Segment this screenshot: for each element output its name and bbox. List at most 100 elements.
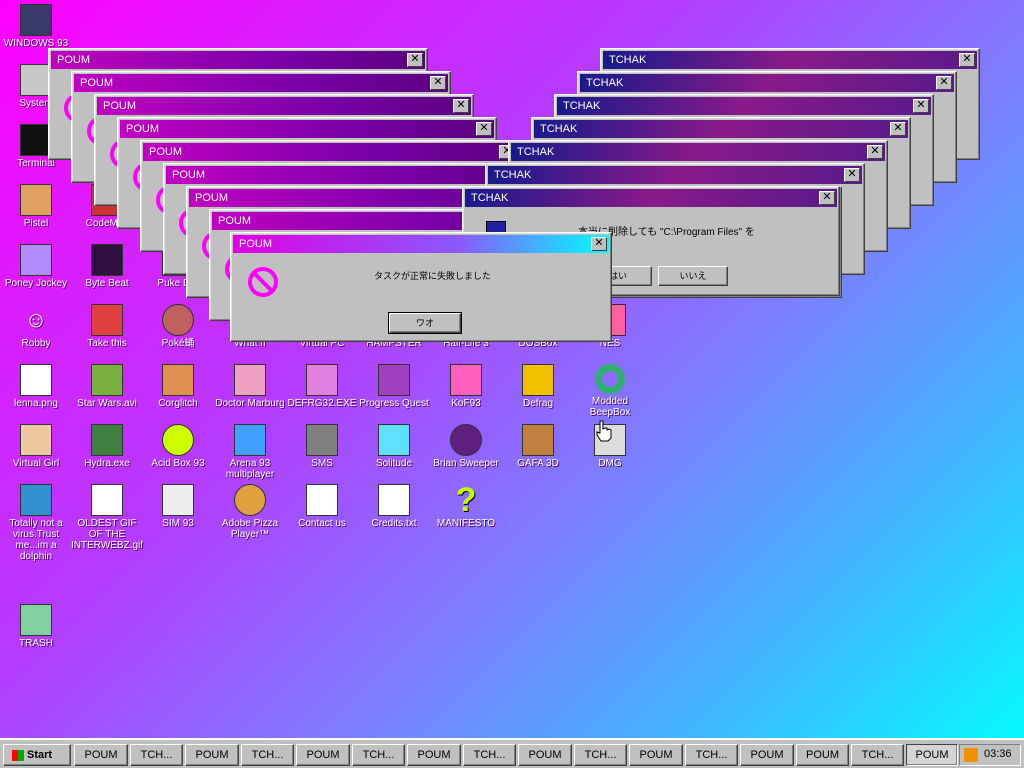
- tchak-titlebar[interactable]: TCHAK ✕: [603, 51, 977, 69]
- tchak-titlebar[interactable]: TCHAK ✕: [488, 166, 862, 184]
- tchak-dialog-titlebar[interactable]: TCHAK ✕: [465, 189, 837, 207]
- taskbar-button[interactable]: POUM: [74, 744, 128, 766]
- ring-icon: [595, 364, 625, 394]
- mine-icon: [450, 424, 482, 456]
- desktop-icon-label: Poney Jockey: [4, 278, 68, 289]
- desktop-icon-label: Virtual Girl: [12, 458, 60, 469]
- desktop-icon-beepbox[interactable]: Modded BeepBox: [574, 364, 646, 418]
- poum-title: POUM: [80, 77, 113, 89]
- poum-titlebar[interactable]: POUM✕: [166, 166, 540, 184]
- taskbar-button[interactable]: TCH...: [463, 744, 516, 766]
- desktop-icon-windows93[interactable]: WINDOWS 93: [0, 4, 72, 49]
- taskbar-button[interactable]: POUM: [518, 744, 572, 766]
- close-icon[interactable]: ✕: [591, 237, 607, 251]
- close-icon[interactable]: ✕: [430, 76, 446, 90]
- close-icon[interactable]: ✕: [407, 53, 423, 67]
- desktop-icon-label: SIM 93: [162, 518, 194, 529]
- desktop-icon-manifesto[interactable]: ? MANIFESTO: [430, 481, 502, 529]
- desktop-icon-pistel[interactable]: Pistel: [0, 184, 72, 229]
- tchak-titlebar[interactable]: TCHAK ✕: [534, 120, 908, 138]
- taskbar-button[interactable]: TCH...: [574, 744, 627, 766]
- tchak-titlebar[interactable]: TCHAK ✕: [580, 74, 954, 92]
- desktop-icon-defrag32[interactable]: DEFRG32.EXE: [286, 364, 358, 409]
- solitude-icon: [378, 424, 410, 456]
- windows-logo-icon: [12, 749, 24, 761]
- rss-icon[interactable]: [964, 748, 978, 762]
- poum-title: POUM: [103, 100, 136, 112]
- desktop-icon-pizza[interactable]: Adobe Pizza Player™: [214, 484, 286, 540]
- desktop-icon-pokemon[interactable]: Poké蛹: [142, 304, 214, 349]
- desktop-icon-arena[interactable]: Arena 93 multiplayer: [214, 424, 286, 480]
- no-button[interactable]: いいえ: [658, 266, 728, 286]
- tchak-titlebar[interactable]: TCHAK ✕: [511, 143, 885, 161]
- desktop-icon-starwars[interactable]: Star Wars.avi: [71, 364, 143, 409]
- close-icon[interactable]: ✕: [819, 191, 835, 205]
- desktop-icon-virtualgirl[interactable]: Virtual Girl: [0, 424, 72, 469]
- desktop-icon-acidbox[interactable]: Acid Box 93: [142, 424, 214, 469]
- desktop-icon-label: Totally not a virus.Trust me...im a dolp…: [9, 518, 63, 562]
- taskbar-button[interactable]: TCH...: [352, 744, 405, 766]
- desktop-icon-robby[interactable]: ☺ Robby: [0, 304, 72, 349]
- floppy-face-icon: [306, 364, 338, 396]
- poum-titlebar[interactable]: POUM ✕: [97, 97, 471, 115]
- desktop-icon-doctor[interactable]: Doctor Marburg: [214, 364, 286, 409]
- desktop-icon-hydra[interactable]: Hydra.exe: [71, 424, 143, 469]
- close-icon[interactable]: ✕: [476, 122, 492, 136]
- taskbar-button[interactable]: POUM: [629, 744, 683, 766]
- taskbar-button[interactable]: POUM: [740, 744, 794, 766]
- taskbar-button[interactable]: POUM: [906, 744, 958, 766]
- poum-dialog-titlebar[interactable]: POUM ✕: [233, 235, 609, 253]
- close-icon[interactable]: ✕: [453, 99, 469, 113]
- desktop-icon-dolphin[interactable]: Totally not a virus.Trust me...im a dolp…: [0, 484, 72, 562]
- close-icon[interactable]: ✕: [913, 99, 929, 113]
- desktop-icon-takethis[interactable]: Take this: [71, 304, 143, 349]
- desktop-icon-sms[interactable]: SMS: [286, 424, 358, 469]
- desktop-icon-progress[interactable]: Progress Quest: [358, 364, 430, 409]
- poum-title: POUM: [126, 123, 159, 135]
- close-icon[interactable]: ✕: [844, 168, 860, 182]
- desktop-icon-contact[interactable]: Contact us: [286, 484, 358, 529]
- start-button[interactable]: Start: [3, 744, 71, 766]
- desktop-icon-gafa[interactable]: GAFA 3D: [502, 424, 574, 469]
- poum-titlebar[interactable]: POUM✕: [143, 143, 517, 161]
- poum-titlebar[interactable]: POUM✕: [51, 51, 425, 69]
- desktop-icon-credits[interactable]: Credits.txt: [358, 484, 430, 529]
- desktop-icon-brian[interactable]: Brian Sweeper: [430, 424, 502, 469]
- desktop-icon-label: Progress Quest: [359, 398, 429, 409]
- taskbar-button[interactable]: TCH...: [851, 744, 904, 766]
- desktop-icon-trash[interactable]: TRASH: [0, 604, 72, 649]
- poum-titlebar[interactable]: POUM ✕: [74, 74, 448, 92]
- taskbar-button[interactable]: POUM: [185, 744, 239, 766]
- taskbar-button[interactable]: POUM: [296, 744, 350, 766]
- desktop-icon-poney[interactable]: Poney Jockey: [0, 244, 72, 289]
- close-icon[interactable]: ✕: [959, 53, 975, 67]
- desktop-icon-bytebeat[interactable]: Byte Beat: [71, 244, 143, 289]
- desktop-icon-corglitch[interactable]: Corglitch: [142, 364, 214, 409]
- yoda-icon: [91, 364, 123, 396]
- desktop-icon-lenna[interactable]: lenna.png: [0, 364, 72, 409]
- close-icon[interactable]: ✕: [890, 122, 906, 136]
- sim-icon: [162, 484, 194, 516]
- desktop-icon-sim93[interactable]: SIM 93: [142, 484, 214, 529]
- tchak-titlebar[interactable]: TCHAK ✕: [557, 97, 931, 115]
- poum-titlebar[interactable]: POUM ✕: [120, 120, 494, 138]
- pony-icon: [20, 244, 52, 276]
- close-icon[interactable]: ✕: [936, 76, 952, 90]
- taskbar: Start POUM TCH... POUM TCH... POUM TCH... POUM…: [0, 738, 1024, 768]
- desktop-icon-defrag[interactable]: Defrag: [502, 364, 574, 409]
- close-icon[interactable]: ✕: [867, 145, 883, 159]
- desktop-icon-oldestgif[interactable]: OLDEST GIF OF THE INTERWEBZ.gif: [71, 484, 143, 551]
- poum-dialog[interactable]: POUM ✕ タスクが正常に失敗しました ワオ: [230, 232, 612, 342]
- question-icon: ?: [455, 481, 477, 519]
- desktop-icon-kof93[interactable]: KoF93: [430, 364, 502, 409]
- taskbar-button[interactable]: TCH...: [130, 744, 183, 766]
- no-entry-icon: [248, 267, 278, 297]
- taskbar-button[interactable]: TCH...: [241, 744, 294, 766]
- poum-dialog-title: POUM: [239, 238, 272, 250]
- taskbar-button[interactable]: TCH...: [685, 744, 738, 766]
- desktop-icon-label: Doctor Marburg: [215, 398, 285, 409]
- desktop-icon-solitude[interactable]: Solitude: [358, 424, 430, 469]
- taskbar-button[interactable]: POUM: [796, 744, 849, 766]
- ok-button[interactable]: ワオ: [388, 312, 462, 334]
- taskbar-button[interactable]: POUM: [407, 744, 461, 766]
